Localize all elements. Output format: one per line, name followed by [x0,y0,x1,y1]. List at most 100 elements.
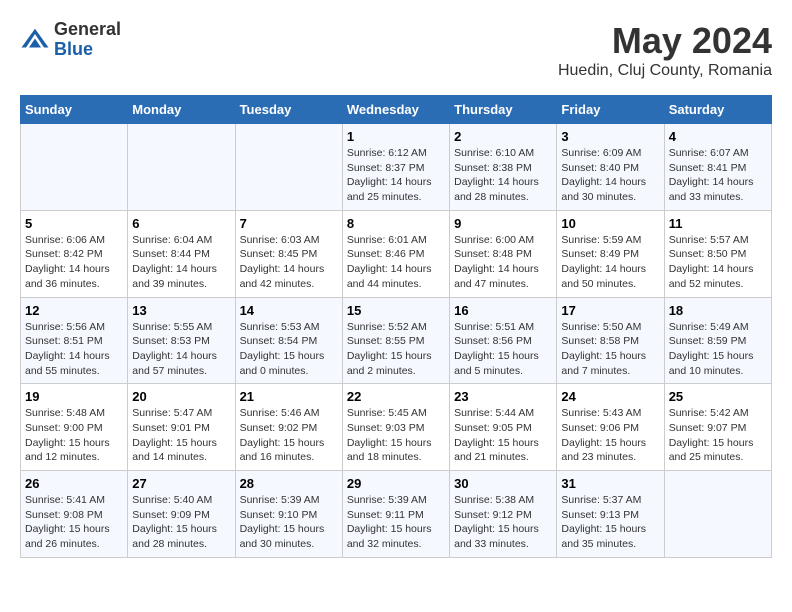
logo-icon [20,25,50,55]
weekday-header-row: SundayMondayTuesdayWednesdayThursdayFrid… [21,96,772,124]
logo-blue-text: Blue [54,40,121,60]
day-detail: Sunrise: 5:39 AM Sunset: 9:10 PM Dayligh… [240,493,338,552]
day-number: 28 [240,476,338,491]
day-number: 23 [454,389,552,404]
calendar-cell: 17Sunrise: 5:50 AM Sunset: 8:58 PM Dayli… [557,297,664,384]
day-detail: Sunrise: 5:51 AM Sunset: 8:56 PM Dayligh… [454,320,552,379]
calendar-cell: 5 Sunrise: 6:06 AM Sunset: 8:42 PM Daylig… [21,210,128,297]
day-number: 9 [454,216,552,231]
day-detail: Sunrise: 5:55 AM Sunset: 8:53 PM Dayligh… [132,320,230,379]
day-detail: Sunrise: 6:06 AM Sunset: 8:42 PM Dayligh… [25,233,123,292]
calendar-week-row: 5 Sunrise: 6:06 AM Sunset: 8:42 PM Daylig… [21,210,772,297]
calendar-cell [21,124,128,211]
calendar-cell: 7Sunrise: 6:03 AM Sunset: 8:45 PM Daylig… [235,210,342,297]
day-detail: Sunrise: 6:07 AM Sunset: 8:41 PM Dayligh… [669,146,767,205]
day-number: 5 [25,216,123,231]
day-detail: Sunrise: 6:09 AM Sunset: 8:40 PM Dayligh… [561,146,659,205]
page-header: General Blue May 2024 Huedin, Cluj Count… [20,20,772,80]
day-detail: Sunrise: 5:47 AM Sunset: 9:01 PM Dayligh… [132,406,230,465]
calendar-cell: 29 Sunrise: 5:39 AM Sunset: 9:11 PM Dayli… [342,471,449,558]
weekday-header-wednesday: Wednesday [342,96,449,124]
day-detail: Sunrise: 5:56 AM Sunset: 8:51 PM Dayligh… [25,320,123,379]
day-number: 6 [132,216,230,231]
day-number: 1 [347,129,445,144]
main-title: May 2024 [558,20,772,62]
weekday-header-friday: Friday [557,96,664,124]
day-detail: Sunrise: 5:45 AM Sunset: 9:03 PM Dayligh… [347,406,445,465]
calendar-header: SundayMondayTuesdayWednesdayThursdayFrid… [21,96,772,124]
day-number: 26 [25,476,123,491]
weekday-header-thursday: Thursday [450,96,557,124]
day-number: 29 [347,476,445,491]
calendar-cell: 28 Sunrise: 5:39 AM Sunset: 9:10 PM Dayli… [235,471,342,558]
day-number: 22 [347,389,445,404]
calendar-cell: 22 Sunrise: 5:45 AM Sunset: 9:03 PM Dayli… [342,384,449,471]
day-detail: Sunrise: 6:12 AM Sunset: 8:37 PM Dayligh… [347,146,445,205]
calendar-cell: 23 Sunrise: 5:44 AM Sunset: 9:05 PM Dayli… [450,384,557,471]
day-number: 20 [132,389,230,404]
calendar-week-row: 12Sunrise: 5:56 AM Sunset: 8:51 PM Dayli… [21,297,772,384]
day-number: 21 [240,389,338,404]
calendar-cell: 18Sunrise: 5:49 AM Sunset: 8:59 PM Dayli… [664,297,771,384]
calendar-table: SundayMondayTuesdayWednesdayThursdayFrid… [20,95,772,558]
day-detail: Sunrise: 5:43 AM Sunset: 9:06 PM Dayligh… [561,406,659,465]
day-detail: Sunrise: 6:00 AM Sunset: 8:48 PM Dayligh… [454,233,552,292]
calendar-week-row: 1 Sunrise: 6:12 AM Sunset: 8:37 PM Daylig… [21,124,772,211]
calendar-cell: 12Sunrise: 5:56 AM Sunset: 8:51 PM Dayli… [21,297,128,384]
day-number: 11 [669,216,767,231]
calendar-cell: 13Sunrise: 5:55 AM Sunset: 8:53 PM Dayli… [128,297,235,384]
day-number: 2 [454,129,552,144]
title-block: May 2024 Huedin, Cluj County, Romania [558,20,772,80]
day-number: 4 [669,129,767,144]
calendar-cell [235,124,342,211]
day-detail: Sunrise: 5:48 AM Sunset: 9:00 PM Dayligh… [25,406,123,465]
calendar-cell [664,471,771,558]
day-detail: Sunrise: 5:39 AM Sunset: 9:11 PM Dayligh… [347,493,445,552]
calendar-cell: 21 Sunrise: 5:46 AM Sunset: 9:02 PM Dayli… [235,384,342,471]
calendar-cell: 10Sunrise: 5:59 AM Sunset: 8:49 PM Dayli… [557,210,664,297]
calendar-cell: 24Sunrise: 5:43 AM Sunset: 9:06 PM Dayli… [557,384,664,471]
day-detail: Sunrise: 5:42 AM Sunset: 9:07 PM Dayligh… [669,406,767,465]
day-detail: Sunrise: 6:04 AM Sunset: 8:44 PM Dayligh… [132,233,230,292]
day-detail: Sunrise: 5:53 AM Sunset: 8:54 PM Dayligh… [240,320,338,379]
day-detail: Sunrise: 6:10 AM Sunset: 8:38 PM Dayligh… [454,146,552,205]
calendar-cell: 25 Sunrise: 5:42 AM Sunset: 9:07 PM Dayli… [664,384,771,471]
weekday-header-monday: Monday [128,96,235,124]
logo: General Blue [20,20,121,60]
day-number: 15 [347,303,445,318]
logo-general-text: General [54,20,121,40]
calendar-cell: 9 Sunrise: 6:00 AM Sunset: 8:48 PM Daylig… [450,210,557,297]
weekday-header-sunday: Sunday [21,96,128,124]
day-number: 25 [669,389,767,404]
day-detail: Sunrise: 5:46 AM Sunset: 9:02 PM Dayligh… [240,406,338,465]
day-detail: Sunrise: 5:57 AM Sunset: 8:50 PM Dayligh… [669,233,767,292]
day-number: 3 [561,129,659,144]
day-number: 14 [240,303,338,318]
day-detail: Sunrise: 5:52 AM Sunset: 8:55 PM Dayligh… [347,320,445,379]
day-detail: Sunrise: 5:44 AM Sunset: 9:05 PM Dayligh… [454,406,552,465]
calendar-cell: 3 Sunrise: 6:09 AM Sunset: 8:40 PM Daylig… [557,124,664,211]
day-number: 31 [561,476,659,491]
day-detail: Sunrise: 5:49 AM Sunset: 8:59 PM Dayligh… [669,320,767,379]
day-detail: Sunrise: 6:01 AM Sunset: 8:46 PM Dayligh… [347,233,445,292]
day-detail: Sunrise: 5:40 AM Sunset: 9:09 PM Dayligh… [132,493,230,552]
calendar-cell: 15 Sunrise: 5:52 AM Sunset: 8:55 PM Dayli… [342,297,449,384]
day-detail: Sunrise: 5:37 AM Sunset: 9:13 PM Dayligh… [561,493,659,552]
calendar-cell: 4 Sunrise: 6:07 AM Sunset: 8:41 PM Daylig… [664,124,771,211]
calendar-cell: 6 Sunrise: 6:04 AM Sunset: 8:44 PM Daylig… [128,210,235,297]
calendar-week-row: 26Sunrise: 5:41 AM Sunset: 9:08 PM Dayli… [21,471,772,558]
calendar-cell: 27 Sunrise: 5:40 AM Sunset: 9:09 PM Dayli… [128,471,235,558]
calendar-cell [128,124,235,211]
calendar-cell: 8 Sunrise: 6:01 AM Sunset: 8:46 PM Daylig… [342,210,449,297]
calendar-cell: 20 Sunrise: 5:47 AM Sunset: 9:01 PM Dayli… [128,384,235,471]
day-number: 27 [132,476,230,491]
calendar-week-row: 19Sunrise: 5:48 AM Sunset: 9:00 PM Dayli… [21,384,772,471]
calendar-cell: 31 Sunrise: 5:37 AM Sunset: 9:13 PM Dayli… [557,471,664,558]
logo-text: General Blue [54,20,121,60]
calendar-cell: 2 Sunrise: 6:10 AM Sunset: 8:38 PM Daylig… [450,124,557,211]
day-number: 8 [347,216,445,231]
day-detail: Sunrise: 5:59 AM Sunset: 8:49 PM Dayligh… [561,233,659,292]
calendar-body: 1 Sunrise: 6:12 AM Sunset: 8:37 PM Daylig… [21,124,772,558]
weekday-header-tuesday: Tuesday [235,96,342,124]
day-detail: Sunrise: 6:03 AM Sunset: 8:45 PM Dayligh… [240,233,338,292]
